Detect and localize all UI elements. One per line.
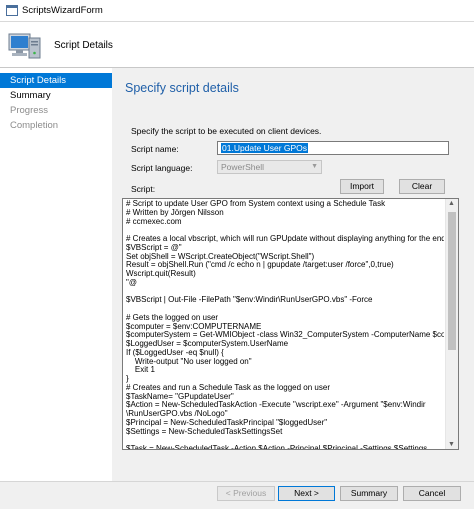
description-text: Specify the script to be executed on cli… xyxy=(131,126,322,136)
vertical-scrollbar[interactable]: ▲ ▼ xyxy=(445,199,458,449)
window-title: ScriptsWizardForm xyxy=(22,5,103,16)
script-line: $VBScript | Out-File -FilePath "$env:Win… xyxy=(126,295,373,305)
script-language-value: PowerShell xyxy=(221,162,264,172)
title-bar: ScriptsWizardForm xyxy=(0,0,474,22)
script-line: $Settings = New-ScheduledTaskSettingsSet xyxy=(126,426,283,436)
script-content: # Script to update User GPO from System … xyxy=(126,200,444,450)
wizard-footer: < Previous Next > Summary Cancel xyxy=(0,482,474,509)
script-editor[interactable]: # Script to update User GPO from System … xyxy=(122,198,459,450)
sidebar-item-summary[interactable]: Summary xyxy=(0,88,112,103)
script-language-select[interactable]: PowerShell ▼ xyxy=(217,160,322,174)
script-name-label: Script name: xyxy=(131,144,179,154)
section-title: Specify script details xyxy=(125,81,239,95)
script-label: Script: xyxy=(131,184,156,194)
script-line: # ccmexec.com xyxy=(126,216,182,226)
sidebar-item-script-details[interactable]: Script Details xyxy=(0,73,112,88)
app-window-icon xyxy=(6,5,18,16)
script-line: Exit 1 xyxy=(126,365,155,375)
header-title: Script Details xyxy=(54,40,113,51)
script-name-value: 01.Update User GPOs xyxy=(221,143,309,153)
chevron-down-icon: ▼ xyxy=(311,163,318,170)
script-language-label: Script language: xyxy=(131,163,193,173)
main-panel: Specify script details Specify the scrip… xyxy=(112,68,474,481)
scrollbar-thumb[interactable] xyxy=(448,212,456,350)
import-button[interactable]: Import xyxy=(340,179,384,194)
script-line: Write-output "No user logged on" xyxy=(126,356,252,366)
sidebar-item-completion: Completion xyxy=(10,120,59,131)
wizard-sidebar: Script Details Summary Progress Completi… xyxy=(0,68,112,481)
script-line: $Task = New-ScheduledTask -Action $Actio… xyxy=(126,444,428,450)
previous-button[interactable]: < Previous xyxy=(217,486,275,501)
next-button[interactable]: Next > xyxy=(278,486,335,501)
scroll-up-icon[interactable]: ▲ xyxy=(448,200,455,207)
script-name-input[interactable]: 01.Update User GPOs xyxy=(217,141,449,155)
cancel-button[interactable]: Cancel xyxy=(403,486,461,501)
clear-button[interactable]: Clear xyxy=(399,179,445,194)
summary-button[interactable]: Summary xyxy=(340,486,398,501)
script-line: Wscript.quit(Result) xyxy=(126,269,196,278)
computer-wizard-icon xyxy=(8,33,41,59)
script-line: "@ xyxy=(126,277,137,287)
sidebar-item-progress: Progress xyxy=(10,105,49,116)
scroll-down-icon[interactable]: ▼ xyxy=(448,441,455,448)
wizard-header: Script Details xyxy=(0,22,474,67)
